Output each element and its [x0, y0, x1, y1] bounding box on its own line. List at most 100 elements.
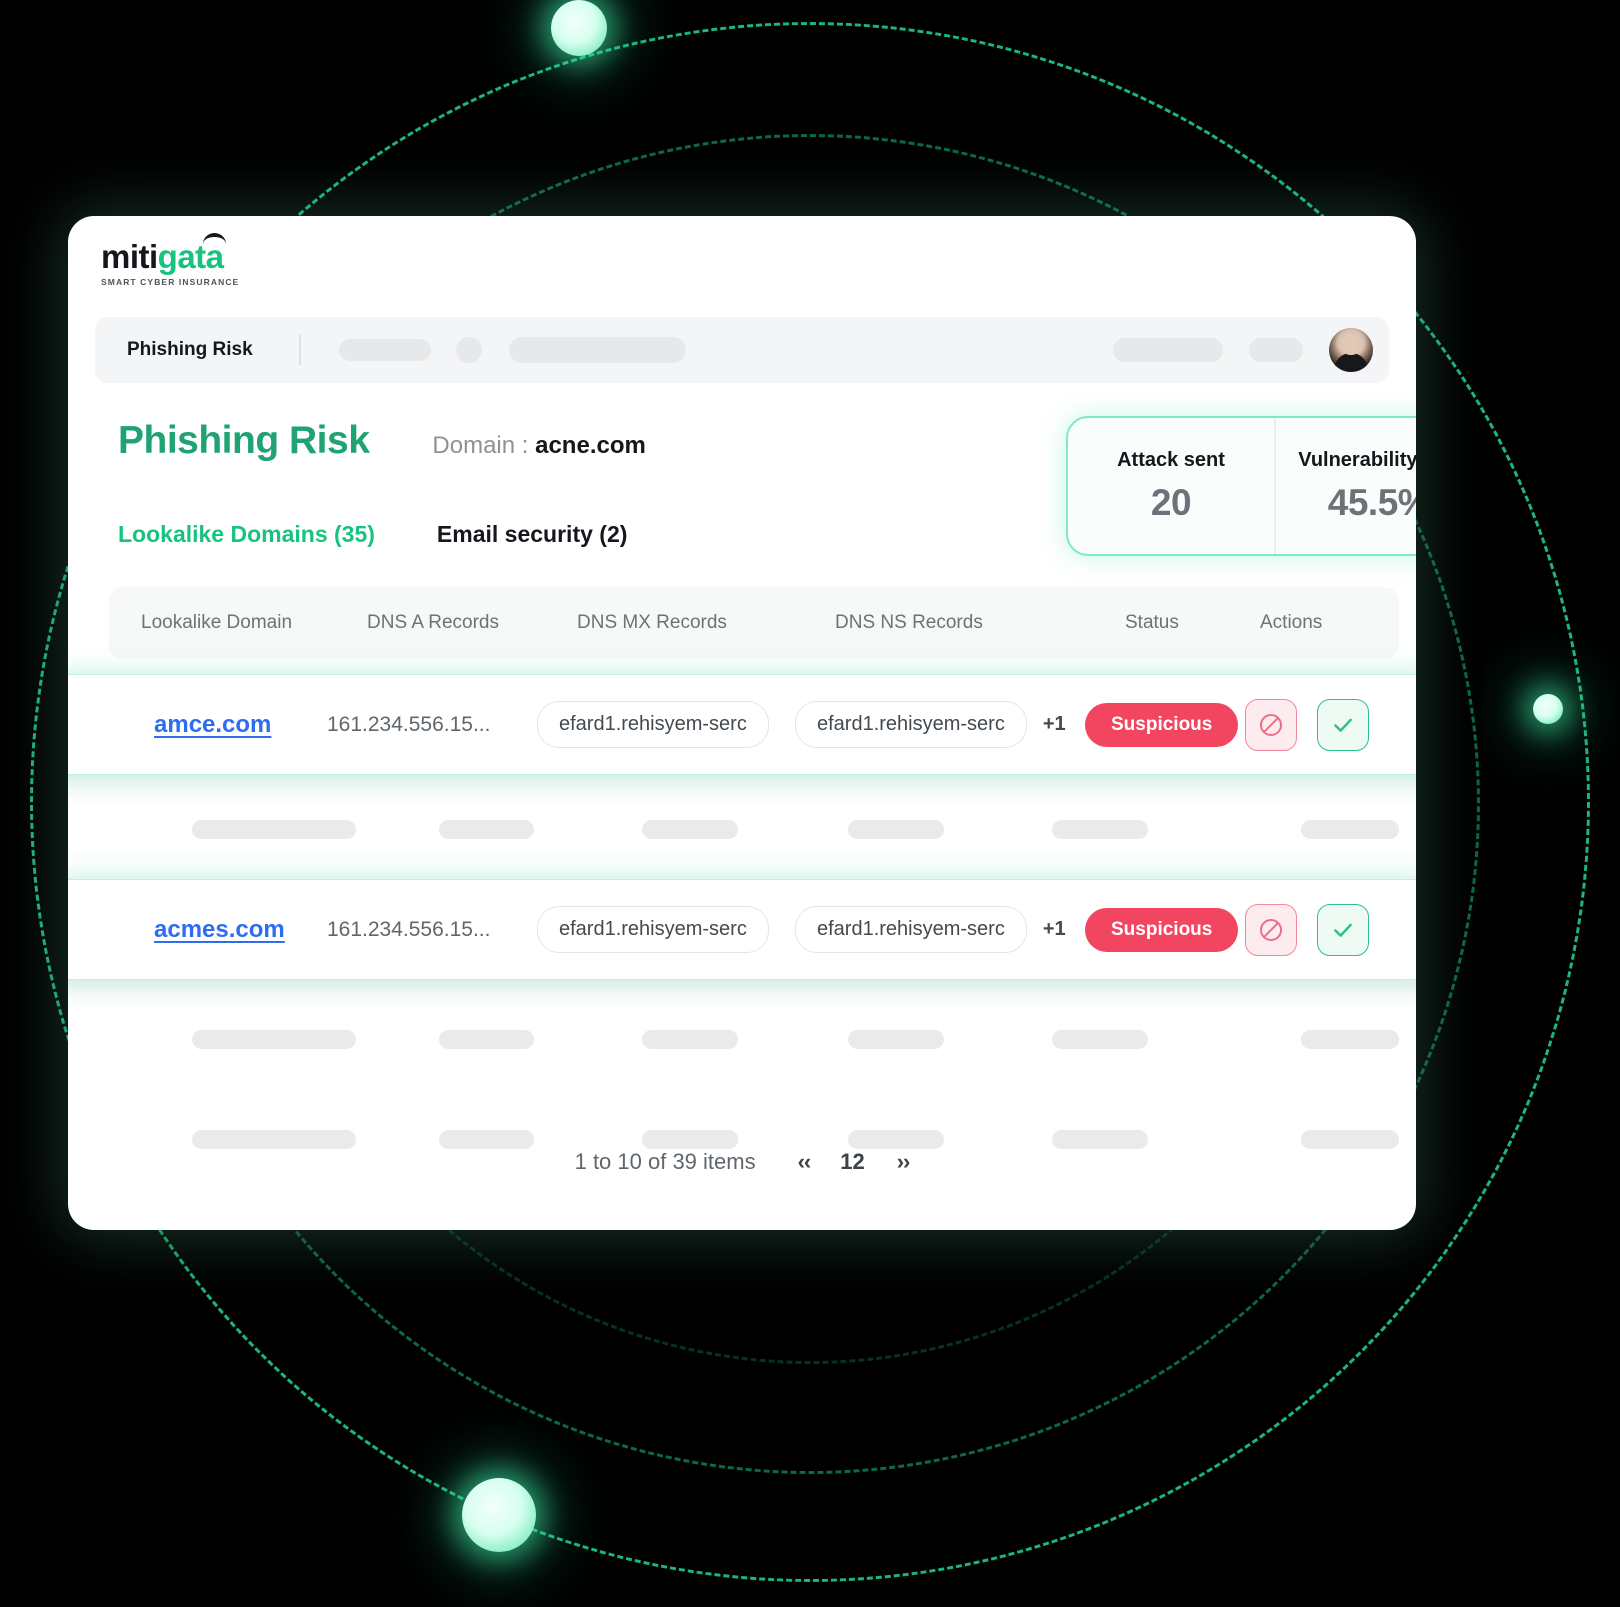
logo-text-primary: miti: [101, 238, 158, 275]
breadcrumb-title: Phishing Risk: [127, 339, 253, 360]
cell-dns-mx: efard1.rehisyem-serc: [537, 906, 795, 953]
cell-actions: [1245, 698, 1416, 751]
approve-domain-button[interactable]: [1317, 903, 1369, 956]
placeholder-bar: [1300, 1029, 1400, 1049]
cell-dns-ns: efard1.rehisyem-serc +1: [795, 906, 1085, 953]
tab-lookalike-domains[interactable]: Lookalike Domains (35): [118, 521, 375, 548]
table-row-placeholder: [109, 1009, 1400, 1069]
domain-link[interactable]: amce.com: [154, 711, 271, 739]
placeholder-bar: [1051, 1029, 1148, 1049]
pagination-info: 1 to 10 of 39 items: [574, 1149, 756, 1174]
placeholder-bar: [1300, 819, 1400, 839]
dns-mx-chip[interactable]: efard1.rehisyem-serc: [537, 906, 769, 953]
domain-value: acne.com: [535, 432, 646, 459]
nav-placeholder-pill-2: [508, 337, 686, 363]
placeholder-bar: [641, 819, 738, 839]
cell-status: Suspicious: [1085, 907, 1245, 952]
check-icon: [1334, 923, 1352, 937]
stat-vulnerability-rate-label: Vulnerability rate: [1298, 448, 1416, 471]
dns-ns-chip[interactable]: efard1.rehisyem-serc: [795, 906, 1027, 953]
domain-label: Domain :: [432, 432, 529, 459]
top-bar-right-group: [1113, 328, 1373, 372]
pagination-bar: 1 to 10 of 39 items ‹‹ 12 ››: [68, 1149, 1416, 1175]
placeholder-bar: [192, 819, 357, 839]
placeholder-bar: [1051, 1129, 1148, 1149]
nav-placeholder-pill-3: [1113, 338, 1223, 362]
screenshot-stage: mitigata SMART CYBER INSURANCE Phishing …: [0, 0, 1620, 1607]
tab-email-security[interactable]: Email security (2): [437, 521, 627, 548]
column-header-dns-mx: DNS MX Records: [577, 612, 727, 633]
block-domain-button[interactable]: [1245, 698, 1297, 751]
brand-logo[interactable]: mitigata SMART CYBER INSURANCE: [101, 233, 240, 287]
cell-dns-a: 161.234.556.15...: [327, 918, 537, 942]
cell-domain: amce.com: [68, 711, 327, 739]
nav-placeholder-pill-4: [1249, 338, 1303, 362]
placeholder-bar: [847, 1029, 944, 1049]
column-header-actions: Actions: [1260, 612, 1323, 633]
glow-node-top: [551, 0, 607, 56]
pagination-next-button[interactable]: ››: [897, 1149, 911, 1175]
stat-attack-sent-value: 20: [1150, 481, 1192, 523]
cell-dns-ns: efard1.rehisyem-serc +1: [795, 701, 1085, 748]
placeholder-bar: [641, 1029, 738, 1049]
dns-mx-chip[interactable]: efard1.rehisyem-serc: [537, 701, 769, 748]
stat-attack-sent: Attack sent 20: [1068, 418, 1274, 554]
stat-vulnerability-rate: Vulnerability rate 45.5%: [1274, 418, 1416, 554]
block-icon: [1259, 918, 1283, 941]
dns-ns-more-count[interactable]: +1: [1043, 918, 1066, 941]
placeholder-bar: [439, 1129, 534, 1149]
user-avatar[interactable]: [1329, 328, 1373, 372]
umbrella-arc-icon: [202, 233, 226, 244]
column-header-dns-ns: DNS NS Records: [835, 612, 983, 633]
table-header-row: Lookalike Domain DNS A Records DNS MX Re…: [109, 587, 1399, 659]
logo-tagline: SMART CYBER INSURANCE: [101, 277, 240, 287]
stat-attack-sent-label: Attack sent: [1117, 448, 1225, 471]
cell-domain: acmes.com: [68, 916, 327, 944]
page-heading-group: Phishing Risk Domain : acne.com: [118, 419, 646, 463]
dns-ns-chip[interactable]: efard1.rehisyem-serc: [795, 701, 1027, 748]
nav-placeholder-pill-1: [338, 339, 431, 361]
dns-a-value: 161.234.556.15...: [327, 712, 491, 736]
glow-node-right: [1533, 694, 1563, 724]
stats-card: Attack sent 20 Vulnerability rate 45.5%: [1066, 416, 1416, 556]
domain-display: Domain : acne.com: [432, 432, 645, 460]
cell-dns-a: 161.234.556.15...: [327, 713, 537, 737]
tab-bar: Lookalike Domains (35) Email security (2…: [118, 521, 627, 548]
placeholder-bar: [847, 1129, 944, 1149]
status-badge: Suspicious: [1085, 907, 1239, 952]
pagination-prev-button[interactable]: ‹‹: [798, 1149, 812, 1175]
placeholder-bar: [847, 819, 944, 839]
breadcrumb-divider: [298, 335, 301, 365]
table-row[interactable]: amce.com 161.234.556.15... efard1.rehisy…: [68, 674, 1416, 775]
dns-a-value: 161.234.556.15...: [327, 917, 491, 941]
placeholder-bar: [439, 1029, 534, 1049]
nav-placeholder-dot: [455, 337, 482, 363]
block-icon: [1259, 713, 1283, 736]
page-title: Phishing Risk: [118, 419, 370, 462]
placeholder-bar: [1300, 1129, 1400, 1149]
logo-wordmark: mitigata: [101, 233, 226, 275]
check-icon: [1334, 718, 1352, 732]
cell-dns-mx: efard1.rehisyem-serc: [537, 701, 795, 748]
dns-ns-more-count[interactable]: +1: [1043, 713, 1066, 736]
placeholder-bar: [1051, 819, 1148, 839]
domain-link[interactable]: acmes.com: [154, 916, 285, 944]
stat-vulnerability-rate-value: 45.5%: [1327, 481, 1416, 523]
table-row-placeholder: [109, 799, 1400, 859]
column-header-dns-a: DNS A Records: [367, 612, 499, 633]
app-window: mitigata SMART CYBER INSURANCE Phishing …: [68, 216, 1416, 1230]
placeholder-bar: [192, 1129, 357, 1149]
glow-node-bottom: [462, 1478, 536, 1552]
column-header-status: Status: [1125, 612, 1179, 633]
placeholder-bar: [439, 819, 534, 839]
block-domain-button[interactable]: [1245, 903, 1297, 956]
placeholder-bar: [641, 1129, 738, 1149]
table-row[interactable]: acmes.com 161.234.556.15... efard1.rehis…: [68, 879, 1416, 980]
top-navigation-bar: Phishing Risk: [95, 317, 1389, 383]
pagination-current-page[interactable]: 12: [840, 1149, 864, 1175]
cell-actions: [1245, 903, 1416, 956]
status-badge: Suspicious: [1085, 702, 1239, 747]
column-header-lookalike-domain: Lookalike Domain: [141, 612, 293, 633]
cell-status: Suspicious: [1085, 702, 1245, 747]
approve-domain-button[interactable]: [1317, 698, 1369, 751]
